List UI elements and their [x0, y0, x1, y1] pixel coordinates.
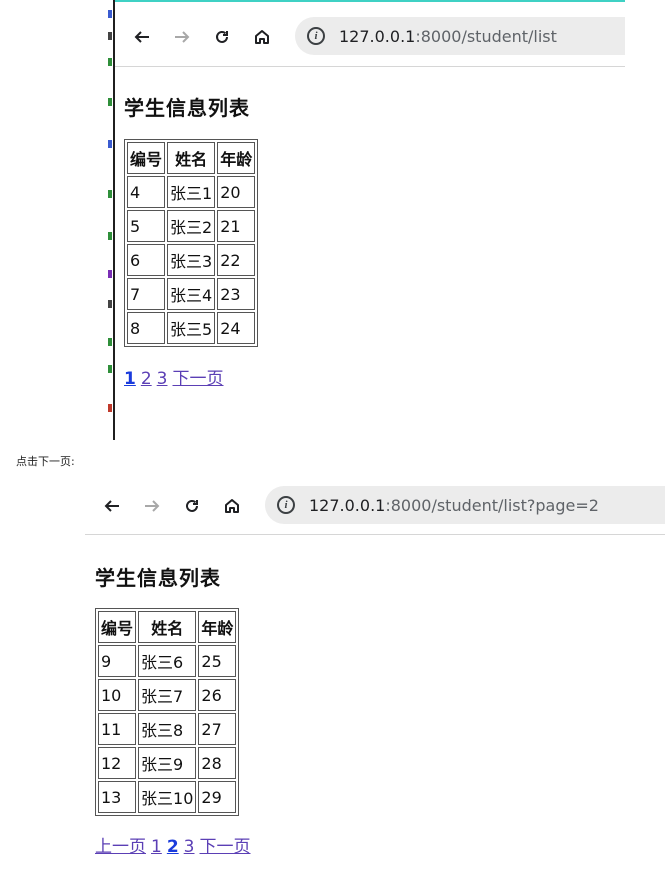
- column-header-age: 年龄: [198, 611, 237, 643]
- arrow-left-icon: [134, 31, 149, 43]
- column-header-name: 姓名: [138, 611, 197, 643]
- home-button[interactable]: [217, 491, 247, 521]
- reload-icon: [186, 499, 198, 512]
- site-info-icon[interactable]: i: [277, 496, 295, 514]
- cell-id: 6: [127, 244, 166, 276]
- url-host: 127.0.0.1: [309, 495, 386, 515]
- cell-id: 11: [98, 713, 137, 745]
- cell-id: 9: [98, 645, 137, 677]
- table-row: 10 张三7 26: [98, 679, 237, 711]
- page-link-1[interactable]: 1: [151, 837, 162, 857]
- cell-name: 张三6: [138, 645, 197, 677]
- cell-id: 7: [127, 278, 166, 310]
- back-button[interactable]: [97, 491, 127, 521]
- cell-age: 26: [198, 679, 237, 711]
- url-host: 127.0.0.1: [339, 26, 416, 46]
- editor-side-strip: [108, 0, 115, 440]
- url-path: :8000/student/list?page=2: [385, 495, 599, 515]
- cell-id: 10: [98, 679, 137, 711]
- table-header-row: 编号 姓名 年龄: [98, 611, 237, 643]
- screenshot-page-1: i 127.0.0.1:8000/student/list 学生信息列表 编号 …: [108, 0, 625, 440]
- home-icon: [225, 499, 239, 513]
- reload-icon: [216, 30, 228, 43]
- forward-button[interactable]: [167, 22, 197, 52]
- cell-age: 24: [217, 312, 256, 344]
- cell-age: 27: [198, 713, 237, 745]
- screenshot-page-2: i 127.0.0.1:8000/student/list?page=2 学生信…: [85, 478, 665, 869]
- table-row: 9 张三6 25: [98, 645, 237, 677]
- url-text[interactable]: 127.0.0.1:8000/student/list?page=2: [309, 496, 599, 515]
- cell-name: 张三2: [167, 210, 216, 242]
- back-button[interactable]: [127, 22, 157, 52]
- cell-age: 23: [217, 278, 256, 310]
- page-link-2[interactable]: 2: [141, 369, 152, 389]
- cell-name: 张三5: [167, 312, 216, 344]
- column-header-age: 年龄: [217, 142, 256, 174]
- cell-age: 21: [217, 210, 256, 242]
- cell-id: 4: [127, 176, 166, 208]
- cell-name: 张三10: [138, 781, 197, 813]
- table-row: 5 张三2 21: [127, 210, 256, 242]
- cell-name: 张三3: [167, 244, 216, 276]
- table-row: 13 张三10 29: [98, 781, 237, 813]
- arrow-right-icon: [175, 31, 190, 43]
- cell-age: 22: [217, 244, 256, 276]
- table-row: 11 张三8 27: [98, 713, 237, 745]
- cell-name: 张三8: [138, 713, 197, 745]
- cell-age: 20: [217, 176, 256, 208]
- table-row: 8 张三5 24: [127, 312, 256, 344]
- cell-age: 29: [198, 781, 237, 813]
- column-header-id: 编号: [127, 142, 166, 174]
- url-text[interactable]: 127.0.0.1:8000/student/list: [339, 27, 557, 46]
- arrow-right-icon: [145, 500, 160, 512]
- home-button[interactable]: [247, 22, 277, 52]
- cell-name: 张三9: [138, 747, 197, 779]
- browser-toolbar: i 127.0.0.1:8000/student/list?page=2: [85, 478, 665, 534]
- caption-text: 点击下一页:: [16, 455, 75, 468]
- url-path: :8000/student/list: [415, 26, 557, 46]
- page-link-current[interactable]: 2: [167, 837, 179, 857]
- home-icon: [255, 30, 269, 44]
- student-table: 编号 姓名 年龄 4 张三1 20 5 张三2 21 6 张三3 22 7 张三4 23 8 张三…: [124, 139, 259, 347]
- page-heading: 学生信息列表: [95, 566, 221, 590]
- cell-id: 8: [127, 312, 166, 344]
- arrow-left-icon: [104, 500, 119, 512]
- page-link-3[interactable]: 3: [157, 369, 168, 389]
- column-header-id: 编号: [98, 611, 137, 643]
- reload-button[interactable]: [177, 491, 207, 521]
- prev-page-link[interactable]: 上一页: [95, 837, 146, 857]
- cell-age: 25: [198, 645, 237, 677]
- cell-age: 28: [198, 747, 237, 779]
- student-table: 编号 姓名 年龄 9 张三6 25 10 张三7 26 11 张三8 27 12 张三9 28 …: [95, 608, 240, 816]
- forward-button[interactable]: [137, 491, 167, 521]
- address-bar[interactable]: i 127.0.0.1:8000/student/list: [295, 17, 625, 55]
- page-link-current[interactable]: 1: [124, 369, 136, 389]
- cell-id: 12: [98, 747, 137, 779]
- reload-button[interactable]: [207, 22, 237, 52]
- page-heading: 学生信息列表: [124, 96, 250, 120]
- column-header-name: 姓名: [167, 142, 216, 174]
- cell-name: 张三7: [138, 679, 197, 711]
- table-row: 12 张三9 28: [98, 747, 237, 779]
- site-info-icon[interactable]: i: [307, 27, 325, 45]
- table-row: 7 张三4 23: [127, 278, 256, 310]
- address-bar[interactable]: i 127.0.0.1:8000/student/list?page=2: [265, 486, 665, 524]
- cell-id: 13: [98, 781, 137, 813]
- page-link-3[interactable]: 3: [184, 837, 195, 857]
- next-page-link[interactable]: 下一页: [200, 837, 251, 857]
- table-header-row: 编号 姓名 年龄: [127, 142, 256, 174]
- cell-name: 张三1: [167, 176, 216, 208]
- table-row: 4 张三1 20: [127, 176, 256, 208]
- pagination: 1 2 3 下一页: [124, 364, 229, 389]
- pagination: 上一页 1 2 3 下一页: [95, 832, 256, 857]
- cell-id: 5: [127, 210, 166, 242]
- table-row: 6 张三3 22: [127, 244, 256, 276]
- browser-toolbar: i 127.0.0.1:8000/student/list: [115, 9, 625, 65]
- next-page-link[interactable]: 下一页: [173, 369, 224, 389]
- cell-name: 张三4: [167, 278, 216, 310]
